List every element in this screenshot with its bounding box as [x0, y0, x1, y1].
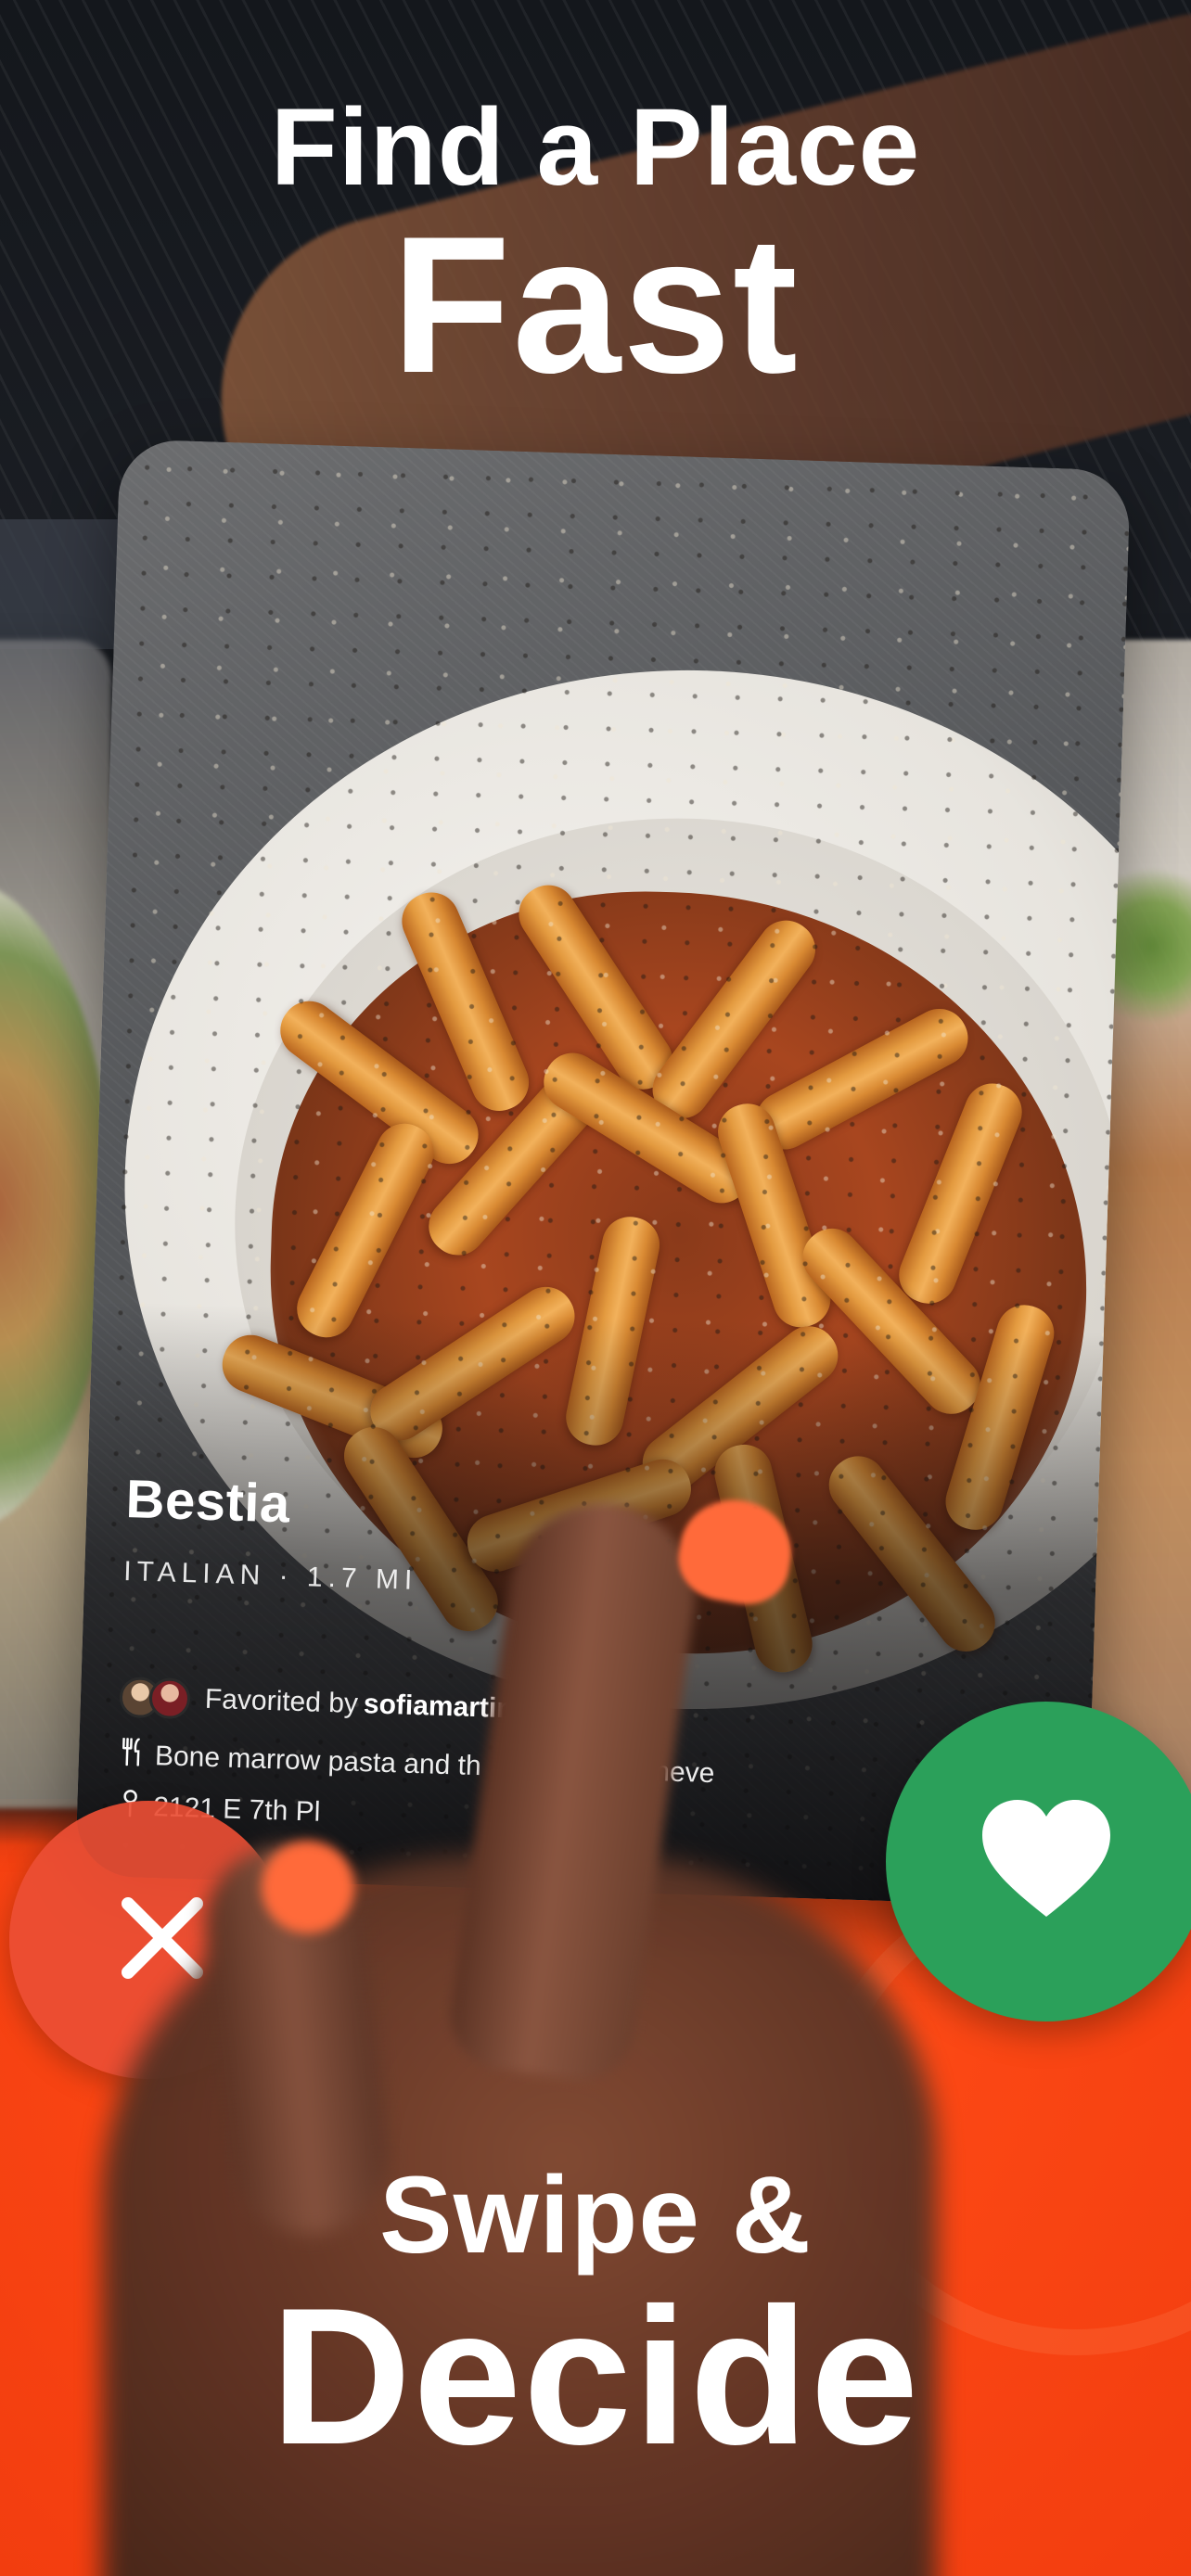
- headline-bottom-line1: Swipe &: [379, 2154, 812, 2276]
- fork-knife-icon: [117, 1737, 146, 1773]
- promo-screen: Bestia ITALIAN · 1.7 MI Favorited by sof…: [0, 0, 1191, 2576]
- like-button[interactable]: [886, 1702, 1191, 2021]
- headline-bottom-line2: Decide: [270, 2267, 921, 2485]
- headline-top-line2: Fast: [391, 196, 800, 414]
- headline-top: Find a Place Fast: [0, 93, 1191, 402]
- avatar: [148, 1677, 191, 1720]
- hand-thumb-nail: [262, 1841, 354, 1933]
- headline-bottom: Swipe & Decide: [0, 2161, 1191, 2474]
- heart-icon: [977, 1794, 1116, 1929]
- favoriter-avatars: [119, 1676, 191, 1720]
- favorited-prefix: Favorited by: [204, 1683, 359, 1719]
- headline-top-line1: Find a Place: [270, 86, 921, 209]
